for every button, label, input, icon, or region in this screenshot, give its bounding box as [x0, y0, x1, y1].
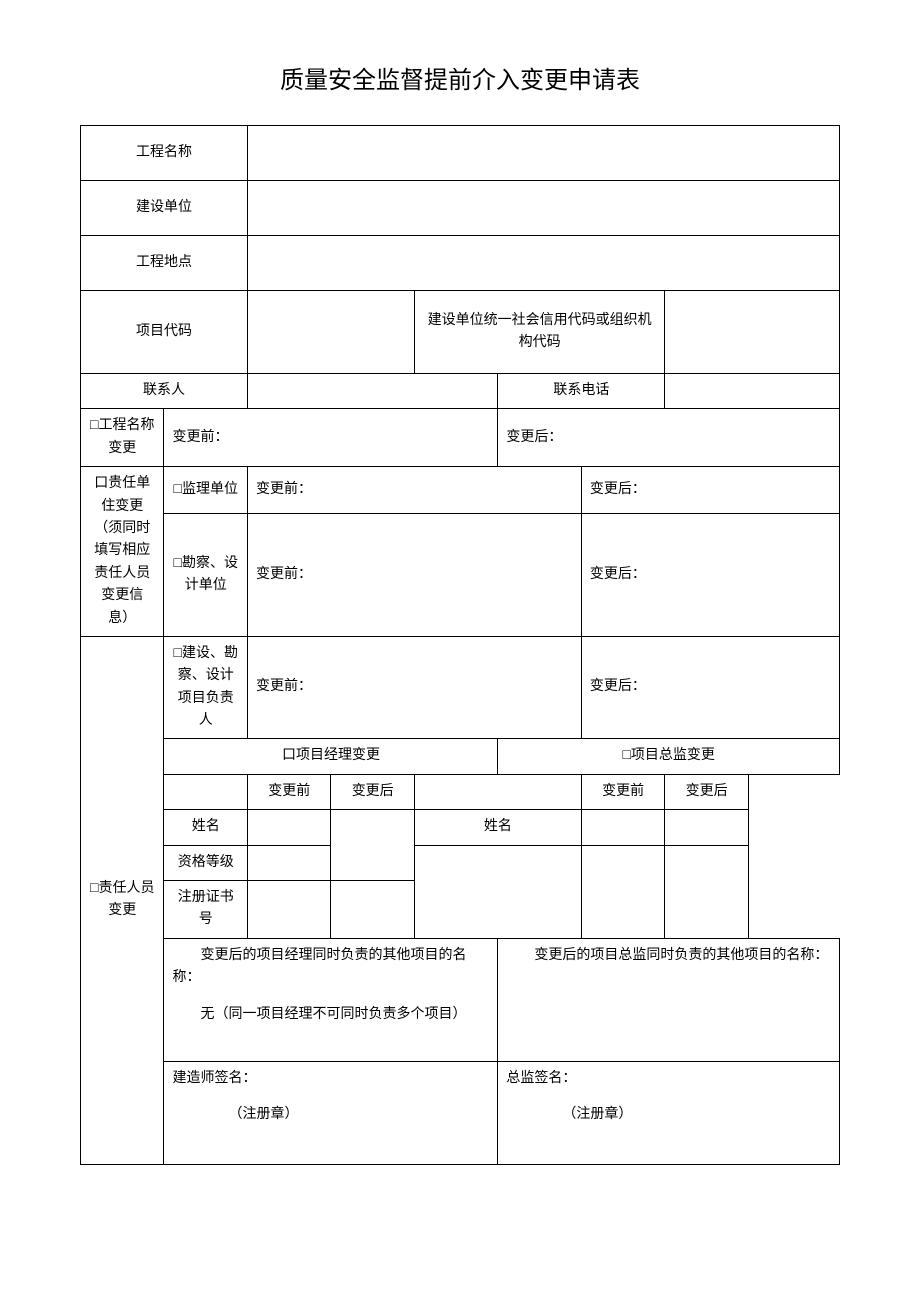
project-name-label: 工程名称: [81, 126, 248, 181]
person-change-section-label: □责任人员变更: [81, 636, 164, 1164]
survey-design-unit-after[interactable]: 变更后：: [581, 513, 839, 636]
supervision-unit-before-label: 变更前：: [256, 482, 312, 497]
survey-design-unit-before-label: 变更前：: [256, 567, 312, 582]
director-sign-label: 总监签名：: [506, 1068, 831, 1090]
contact-person-value[interactable]: [247, 374, 497, 409]
name-change-before[interactable]: 变更前：: [164, 409, 498, 467]
name-change-section-label: □工程名称变更: [81, 409, 164, 467]
director-col-after: 变更后: [665, 774, 748, 809]
director-col-before: 变更前: [581, 774, 664, 809]
unit-credit-code-label: 建设单位统一社会信用代码或组织机构代码: [414, 291, 664, 374]
construction-unit-label: 建设单位: [81, 181, 248, 236]
director-middle-blank[interactable]: [414, 845, 581, 938]
director-seal-note: （注册章）: [506, 1104, 831, 1126]
unit-change-section-label: 口贵任单住变更（须同时 填写相应责任人员变更信 息）: [81, 467, 164, 637]
pm-col-after: 变更后: [331, 774, 414, 809]
pm-cert-before[interactable]: [247, 881, 330, 939]
pm-cert-label: 注册证书号: [164, 881, 247, 939]
bsd-leader-after[interactable]: 变更后：: [581, 636, 839, 739]
pm-blank-header: [164, 774, 247, 809]
unit-credit-code-value[interactable]: [665, 291, 840, 374]
contact-person-label: 联系人: [81, 374, 248, 409]
builder-sign-label: 建造师签名：: [172, 1068, 489, 1090]
director-change-label: □项目总监变更: [498, 739, 840, 774]
name-change-after-label: 变更后：: [506, 430, 562, 445]
supervision-unit-after[interactable]: 变更后：: [581, 467, 839, 514]
survey-design-unit-label: □勘察、设计单位: [164, 513, 247, 636]
director-name-label: 姓名: [414, 810, 581, 845]
director-sign-cell[interactable]: 总监签名： （注册章）: [498, 1061, 840, 1164]
project-code-value[interactable]: [247, 291, 414, 374]
construction-unit-value[interactable]: [247, 181, 839, 236]
builder-sign-cell[interactable]: 建造师签名： （注册章）: [164, 1061, 498, 1164]
pm-cert-after[interactable]: [331, 881, 414, 939]
pm-name-before[interactable]: [247, 810, 330, 845]
other-director-projects-cell[interactable]: 变更后的项目总监同时负责的其他项目的名称：: [498, 938, 840, 1061]
contact-phone-value[interactable]: [665, 374, 840, 409]
supervision-unit-after-label: 变更后：: [590, 482, 646, 497]
pm-grade-label: 资格等级: [164, 845, 247, 880]
survey-design-unit-after-label: 变更后：: [590, 567, 646, 582]
director-middle-after[interactable]: [665, 845, 748, 938]
other-pm-projects-label: 变更后的项目经理同时负责的其他项目的名称：: [172, 945, 489, 990]
name-change-before-label: 变更前：: [172, 430, 228, 445]
other-pm-projects-note: 无（同一项目经理不可同时负责多个项目）: [172, 1004, 489, 1026]
pm-grade-before[interactable]: [247, 845, 330, 880]
build-survey-design-leader-label: □建设、勘察、设计项目负责人: [164, 636, 247, 739]
director-name-before[interactable]: [581, 810, 664, 845]
bsd-leader-after-label: 变更后：: [590, 679, 646, 694]
pm-col-before: 变更前: [247, 774, 330, 809]
builder-seal-note: （注册章）: [172, 1104, 489, 1126]
director-middle-before[interactable]: [581, 845, 664, 938]
supervision-unit-before[interactable]: 变更前：: [247, 467, 581, 514]
director-blank-header: [414, 774, 581, 809]
director-name-after[interactable]: [665, 810, 748, 845]
project-location-label: 工程地点: [81, 236, 248, 291]
survey-design-unit-before[interactable]: 变更前：: [247, 513, 581, 636]
bsd-leader-before[interactable]: 变更前：: [247, 636, 581, 739]
form-title: 质量安全监督提前介入变更申请表: [80, 60, 840, 95]
name-change-after[interactable]: 变更后：: [498, 409, 840, 467]
supervision-unit-label: □监理单位: [164, 467, 247, 514]
project-location-value[interactable]: [247, 236, 839, 291]
other-director-projects-label: 变更后的项目总监同时负责的其他项目的名称：: [506, 945, 831, 967]
bsd-leader-before-label: 变更前：: [256, 679, 312, 694]
pm-change-label: 口项目经理变更: [164, 739, 498, 774]
application-form-table: 工程名称 建设单位 工程地点 项目代码 建设单位统一社会信用代码或组织机构代码 …: [80, 125, 840, 1165]
project-code-label: 项目代码: [81, 291, 248, 374]
pm-name-label: 姓名: [164, 810, 247, 845]
contact-phone-label: 联系电话: [498, 374, 665, 409]
project-name-value[interactable]: [247, 126, 839, 181]
pm-name-grade-after[interactable]: [331, 810, 414, 881]
other-pm-projects-cell[interactable]: 变更后的项目经理同时负责的其他项目的名称： 无（同一项目经理不可同时负责多个项目…: [164, 938, 498, 1061]
